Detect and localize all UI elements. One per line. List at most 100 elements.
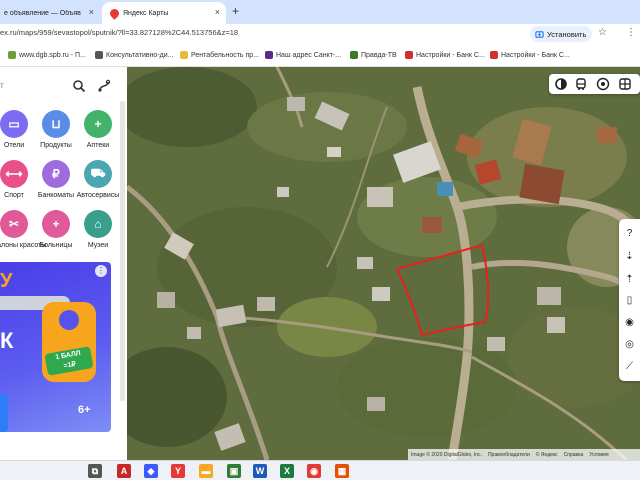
category-label: Продукты bbox=[40, 142, 72, 149]
install-app-button[interactable]: Установить bbox=[530, 26, 592, 42]
ad-more-icon[interactable]: ⋮ bbox=[95, 265, 107, 277]
pdf-icon[interactable]: A bbox=[117, 464, 131, 478]
bookmark-icon[interactable]: ▯ bbox=[623, 294, 636, 307]
bed-icon: ▭ bbox=[0, 110, 28, 138]
bookmark-label: Наш адрес Санкт-... bbox=[276, 51, 342, 59]
imagery-copyright: Image © 2020 DigitalGlobe, Inc. bbox=[411, 451, 482, 458]
category-label: Больницы bbox=[39, 242, 73, 249]
new-tab-button[interactable]: + bbox=[232, 4, 239, 18]
category-9[interactable]: ⌂ Музеи bbox=[76, 210, 116, 254]
satellite-map[interactable]: Image © 2020 DigitalGlobe, Inc. Правообл… bbox=[127, 67, 640, 460]
plus-icon: + bbox=[42, 210, 70, 238]
car-icon: ⛟ bbox=[84, 160, 112, 188]
panel-scrollbar[interactable] bbox=[120, 101, 125, 401]
scissors-icon: ✂ bbox=[0, 210, 28, 238]
bookmark-label: Рентабельность пр... bbox=[191, 51, 260, 59]
category-label: Спорт bbox=[4, 192, 24, 199]
excel-icon[interactable]: X bbox=[280, 464, 294, 478]
close-tab-icon[interactable]: × bbox=[89, 7, 94, 17]
ruler-icon[interactable]: ⟋ bbox=[623, 360, 636, 373]
share-icon[interactable]: ⇡ bbox=[623, 273, 636, 286]
category-4[interactable]: ⟷ Спорт bbox=[0, 160, 32, 204]
close-tab-icon[interactable]: × bbox=[215, 7, 220, 17]
install-icon bbox=[535, 30, 544, 38]
mosaic-app-icon[interactable]: ▦ bbox=[335, 464, 349, 478]
map-copyright: Image © 2020 DigitalGlobe, Inc. Правообл… bbox=[408, 449, 640, 460]
bookmark-item[interactable]: Рентабельность пр... bbox=[180, 51, 259, 59]
bookmark-star-icon[interactable]: ☆ bbox=[598, 27, 607, 38]
map-right-controls: ? ⇣ ⇡ ▯ ◉ ◎ ⟋ bbox=[619, 219, 640, 381]
map-layers-toolbar bbox=[549, 74, 640, 94]
help-icon[interactable]: ? bbox=[623, 227, 636, 240]
add-place-icon[interactable]: ◉ bbox=[623, 316, 636, 329]
category-1[interactable]: ▭ Отели bbox=[0, 110, 32, 154]
category-3[interactable]: + Аптеки bbox=[76, 110, 116, 154]
bookmark-favicon-icon bbox=[265, 51, 273, 59]
bookmark-label: Правда-ТВ bbox=[361, 51, 397, 59]
address-bar-row: ex.ru/maps/959/sevastopol/sputnik/?ll=33… bbox=[0, 24, 640, 45]
browser-menu-icon[interactable]: ⋮ bbox=[626, 27, 636, 38]
terms-link[interactable]: Условия bbox=[589, 452, 608, 458]
bookmark-favicon-icon bbox=[8, 51, 16, 59]
traffic-icon[interactable] bbox=[618, 77, 632, 91]
folder-icon[interactable]: ▬ bbox=[199, 464, 213, 478]
ad-logo-fragment-icon: У bbox=[0, 270, 13, 292]
tab-title: Яндекс Карты bbox=[123, 9, 169, 17]
panorama-icon[interactable] bbox=[596, 77, 610, 91]
bookmark-item[interactable]: Консультативно-ди... bbox=[95, 51, 174, 59]
search-icon[interactable] bbox=[72, 79, 86, 93]
category-label: Отели bbox=[3, 142, 25, 149]
bookmark-item[interactable]: Настройки - Банк С... bbox=[405, 51, 485, 59]
app-icon[interactable]: ◆ bbox=[144, 464, 158, 478]
bookmark-favicon-icon bbox=[405, 51, 413, 59]
route-icon[interactable] bbox=[97, 79, 111, 93]
bookmark-label: www.dgb.spb.ru - П... bbox=[19, 51, 86, 59]
bookmark-item[interactable]: Настройки - Банк С... bbox=[490, 51, 570, 59]
rightholders-link[interactable]: Правообладатели bbox=[488, 452, 530, 458]
chrome-icon[interactable]: ◉ bbox=[307, 464, 321, 478]
category-7[interactable]: ✂ Салоны красоты bbox=[0, 210, 46, 254]
ad-action-button[interactable] bbox=[0, 394, 8, 432]
tab-title: е объявление — Объяв bbox=[4, 9, 81, 17]
bookmark-label: Консультативно-ди... bbox=[106, 51, 174, 59]
bookmark-favicon-icon bbox=[180, 51, 188, 59]
location-pin-icon[interactable]: ◎ bbox=[623, 338, 636, 351]
ad-points-badge: 1 БАЛЛ =1₽ bbox=[44, 346, 94, 376]
yandex-browser-icon[interactable]: Y bbox=[171, 464, 185, 478]
image-viewer-icon[interactable]: ▣ bbox=[227, 464, 241, 478]
taskbar: ⧉ A ◆ Y ▬ ▣ W X ◉ ▦ bbox=[0, 460, 640, 480]
category-label: Музеи bbox=[87, 242, 109, 249]
tab-yandex-maps[interactable]: Яндекс Карты × bbox=[102, 2, 226, 24]
age-rating: 6+ bbox=[78, 404, 91, 416]
bookmark-item[interactable]: Правда-ТВ bbox=[350, 51, 397, 59]
museum-icon: ⌂ bbox=[84, 210, 112, 238]
bookmark-item[interactable]: Наш адрес Санкт-... bbox=[265, 51, 341, 59]
word-icon[interactable]: W bbox=[253, 464, 267, 478]
category-6[interactable]: ⛟ Автосервисы bbox=[76, 160, 119, 204]
rotate-icon[interactable]: ⇣ bbox=[623, 250, 636, 263]
bookmark-favicon-icon bbox=[490, 51, 498, 59]
category-5[interactable]: ₽ Банкоматы bbox=[34, 160, 74, 204]
help-link[interactable]: Справка bbox=[564, 452, 584, 458]
ad-letter: К bbox=[0, 328, 14, 353]
bookmark-favicon-icon bbox=[350, 51, 358, 59]
transit-icon[interactable] bbox=[574, 77, 588, 91]
layers-icon[interactable] bbox=[554, 77, 568, 91]
side-panel: т ▭ Отели ⊔ Продукты + Аптеки ⟷ Спорт ₽ Банкоматы… bbox=[0, 67, 127, 460]
url-field[interactable]: ex.ru/maps/959/sevastopol/sputnik/?ll=33… bbox=[0, 28, 238, 37]
yandex-copyright: © Яндекс bbox=[535, 451, 558, 458]
bookmark-label: Настройки - Банк С... bbox=[416, 51, 485, 59]
search-input[interactable]: т bbox=[0, 81, 4, 90]
tab-ad-listing[interactable]: е объявление — Объяв × bbox=[0, 2, 100, 24]
advertisement-banner[interactable]: У К 1 БАЛЛ =1₽ 6+ ⋮ bbox=[0, 262, 111, 432]
install-label: Установить bbox=[547, 29, 587, 39]
door-hanger-tag-icon: 1 БАЛЛ =1₽ bbox=[42, 302, 96, 382]
basket-icon: ⊔ bbox=[42, 110, 70, 138]
category-8[interactable]: + Больницы bbox=[34, 210, 74, 254]
dumbbell-icon: ⟷ bbox=[0, 160, 28, 188]
task-view-icon[interactable]: ⧉ bbox=[88, 464, 102, 478]
category-2[interactable]: ⊔ Продукты bbox=[34, 110, 74, 154]
bookmark-item[interactable]: www.dgb.spb.ru - П... bbox=[8, 51, 86, 59]
search-row: т bbox=[0, 75, 120, 99]
category-label: Автосервисы bbox=[76, 192, 120, 199]
